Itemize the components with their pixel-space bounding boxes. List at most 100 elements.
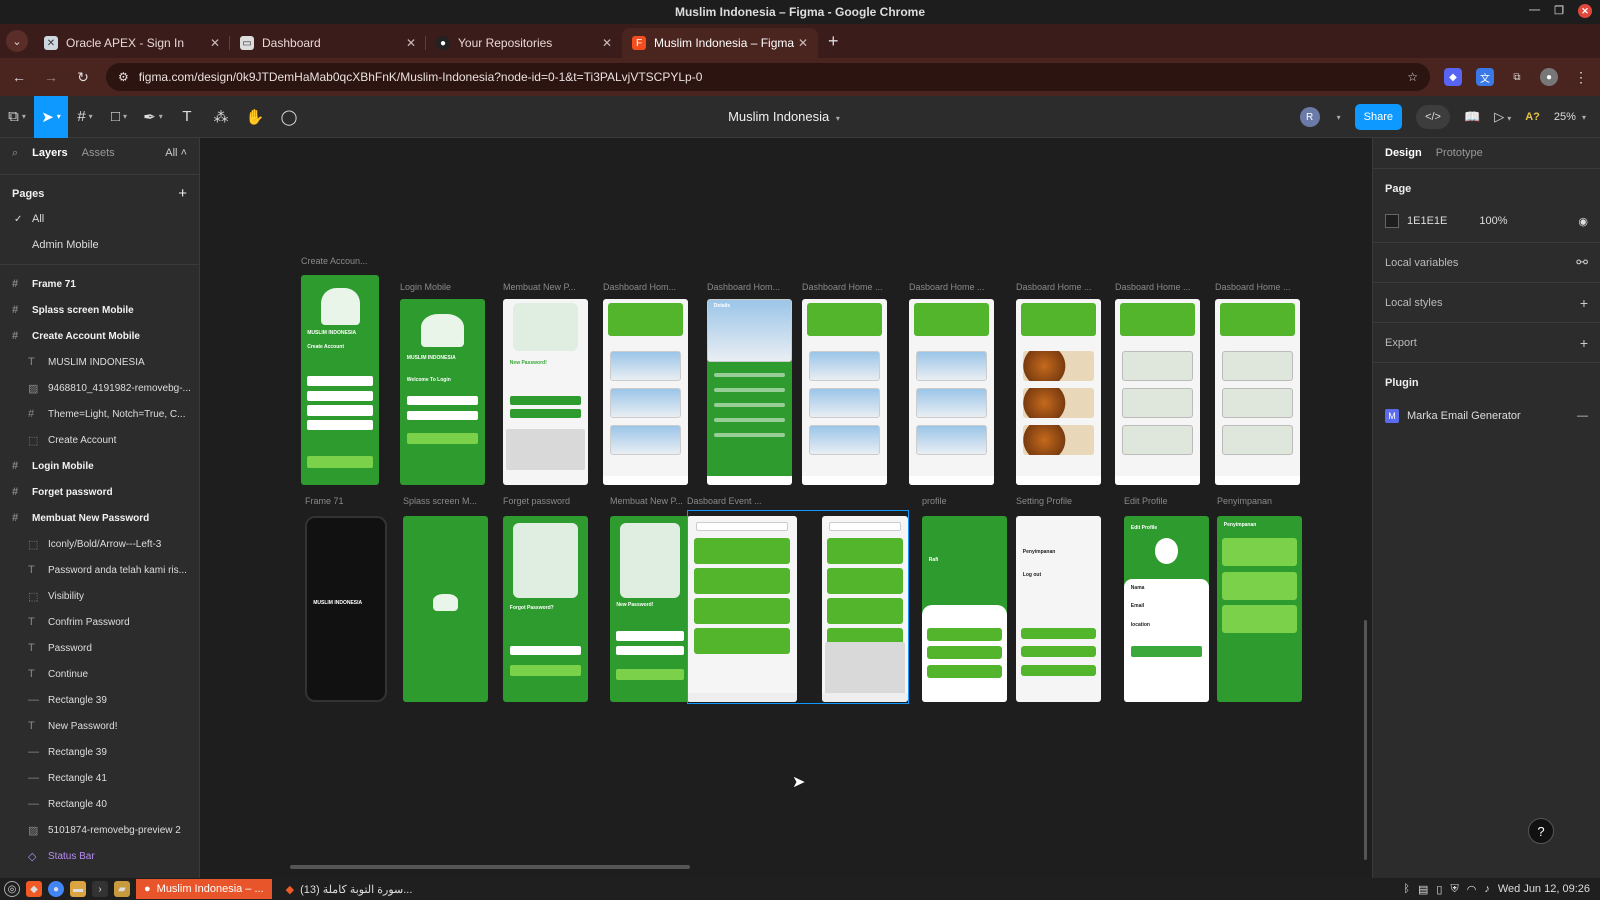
bluetooth-icon[interactable]: ᛒ [1403, 883, 1410, 895]
export-section[interactable]: Export + [1373, 322, 1600, 362]
close-tab-icon[interactable]: ✕ [406, 36, 416, 50]
tab-muslim-indonesia-figma[interactable]: F Muslim Indonesia – Figma ✕ [622, 28, 818, 58]
move-tool-icon[interactable]: ➤ ▾ [34, 95, 68, 138]
add-style-icon[interactable]: + [1580, 295, 1588, 311]
profile-avatar-icon[interactable]: ● [1540, 68, 1558, 86]
browser-menu-icon[interactable]: ⋮ [1572, 69, 1590, 86]
back-icon[interactable]: ← [10, 69, 28, 85]
page-item-admin-mobile[interactable]: Admin Mobile [0, 232, 199, 258]
frame-label[interactable]: Forget password [503, 496, 596, 506]
local-styles-section[interactable]: Local styles + [1373, 282, 1600, 322]
design-frame[interactable]: MUSLIM INDONESIA Welcome To Login [400, 299, 485, 485]
layer-row[interactable]: — Rectangle 39 [0, 687, 199, 713]
battery-icon[interactable]: ▯ [1436, 883, 1442, 896]
frame-label[interactable]: Login Mobile [400, 282, 493, 292]
volume-icon[interactable]: ♪ [1484, 883, 1490, 895]
frame-label[interactable]: Dashboard Hom... [707, 282, 800, 292]
address-bar[interactable]: ⚙ figma.com/design/0k9JTDemHaMab0qcXBhFn… [106, 63, 1430, 91]
frame-label[interactable]: Dashboard Home ... [802, 282, 895, 292]
layer-row[interactable]: T Password [0, 635, 199, 661]
dev-mode-toggle[interactable]: </> [1416, 105, 1451, 129]
frame-label[interactable]: profile [922, 496, 1015, 506]
taskbar-task-figma[interactable]: ● Muslim Indonesia – ... [136, 879, 272, 899]
layer-row[interactable]: ◇ Status Bar [0, 843, 199, 869]
frame-label[interactable]: Dasboard Home ... [1016, 282, 1109, 292]
terminal-icon[interactable]: › [92, 881, 108, 897]
layer-row[interactable]: ⬚ Create Account [0, 427, 199, 453]
main-menu-icon[interactable]: ⧉ ▾ [0, 96, 34, 138]
close-tab-icon[interactable]: ✕ [798, 36, 808, 50]
layer-row[interactable]: # Login Mobile [0, 453, 199, 479]
layer-row[interactable]: # Forget password [0, 479, 199, 505]
layer-row[interactable]: T Continue [0, 661, 199, 687]
design-frame[interactable] [603, 299, 688, 485]
plugin-item[interactable]: M Marka Email Generator — [1373, 402, 1600, 430]
close-tab-icon[interactable]: ✕ [210, 36, 220, 50]
frame-label[interactable]: Edit Profile [1124, 496, 1217, 506]
frame-label[interactable]: Dasboard Home ... [1115, 282, 1208, 292]
layer-row[interactable]: ▨ 9468810_4191982-removebg-... [0, 375, 199, 401]
tab-assets[interactable]: Assets [82, 147, 115, 159]
help-icon[interactable]: ? [1528, 818, 1554, 844]
layer-row[interactable]: # Splass screen Mobile [0, 297, 199, 323]
design-canvas[interactable]: Create Accoun... MUSLIM INDONESIA Create A… [200, 138, 1372, 878]
layer-row[interactable]: # Frame 71 [0, 271, 199, 297]
search-icon[interactable]: ⌕ [12, 147, 18, 160]
apps-menu-icon[interactable]: ◎ [4, 881, 20, 897]
layer-row[interactable]: # Theme=Light, Notch=True, C... [0, 401, 199, 427]
hand-tool-icon[interactable]: ✋ [238, 96, 272, 138]
tab-dashboard[interactable]: ▭ Dashboard ✕ [230, 28, 426, 58]
frame-tool-icon[interactable]: # ▾ [68, 96, 102, 138]
design-frame[interactable]: Rafi [922, 516, 1007, 702]
close-tab-icon[interactable]: ✕ [602, 36, 612, 50]
reload-icon[interactable]: ↻ [74, 69, 92, 86]
forward-icon[interactable]: → [42, 69, 60, 85]
bookmark-star-icon[interactable]: ☆ [1407, 70, 1418, 84]
frame-label[interactable]: Splass screen M... [403, 496, 496, 506]
remove-plugin-icon[interactable]: — [1577, 410, 1588, 422]
chevron-down-icon[interactable]: ▾ [1337, 113, 1341, 122]
ai-icon[interactable]: A? [1525, 111, 1540, 123]
clipboard-icon[interactable]: ▤ [1418, 883, 1428, 896]
frame-label[interactable]: Membuat New P... [503, 282, 596, 292]
page-color-value[interactable]: 1E1E1E [1407, 215, 1447, 227]
layer-filter[interactable]: All ˄ [165, 147, 187, 159]
layer-row[interactable]: ▨ 5101874-removebg-preview 2 [0, 817, 199, 843]
frame-label[interactable]: Frame 71 [305, 496, 395, 506]
tab-search-icon[interactable]: ⌄ [6, 30, 28, 52]
design-frame[interactable]: MUSLIM INDONESIA Create Account [301, 275, 379, 485]
design-frame[interactable]: Edit Profile Nama Email location [1124, 516, 1209, 702]
layer-row[interactable]: T New Password! [0, 713, 199, 739]
page-color-row[interactable]: 1E1E1E 100% ◉ [1373, 208, 1600, 234]
maximize-icon[interactable]: ❐ [1554, 4, 1564, 18]
design-frame[interactable] [1016, 299, 1101, 485]
clock[interactable]: Wed Jun 12, 09:26 [1498, 883, 1590, 895]
library-book-icon[interactable]: 📖 [1464, 109, 1480, 125]
present-play-icon[interactable]: ▷ ▾ [1494, 109, 1511, 125]
tab-oracle-apex[interactable]: ✕ Oracle APEX - Sign In ✕ [34, 28, 230, 58]
frame-label[interactable]: Create Accoun... [301, 256, 387, 266]
vertical-scrollbar[interactable] [1364, 620, 1367, 860]
design-frame[interactable]: New Password! [610, 516, 690, 702]
layer-row[interactable]: # Membuat New Password [0, 505, 199, 531]
frame-label[interactable]: Penyimpanan [1217, 496, 1310, 506]
extension-shield-icon[interactable]: ◆ [1444, 68, 1462, 86]
eye-icon[interactable]: ◉ [1578, 215, 1588, 228]
color-swatch[interactable] [1385, 214, 1399, 228]
page-opacity-value[interactable]: 100% [1479, 215, 1507, 227]
layer-row[interactable]: # Create Account Mobile [0, 323, 199, 349]
design-frame[interactable]: New Password! [503, 299, 588, 485]
tab-prototype[interactable]: Prototype [1436, 147, 1483, 159]
frame-label[interactable]: Membuat New P... [610, 496, 698, 506]
horizontal-scrollbar[interactable] [290, 865, 690, 869]
layer-row[interactable]: ⬚ Iconly/Bold/Arrow---Left-3 [0, 531, 199, 557]
vpn-shield-icon[interactable]: ⛨ [1450, 883, 1458, 896]
share-button[interactable]: Share [1354, 104, 1403, 130]
tab-your-repositories[interactable]: ● Your Repositories ✕ [426, 28, 622, 58]
design-frame[interactable] [802, 299, 887, 485]
new-tab-icon[interactable]: + [818, 31, 849, 58]
resources-icon[interactable]: ⁂ [204, 96, 238, 138]
rectangle-tool-icon[interactable]: □ ▾ [102, 96, 136, 138]
text-tool-icon[interactable]: T [170, 96, 204, 138]
layer-row[interactable]: ⬚ Visibility [0, 583, 199, 609]
